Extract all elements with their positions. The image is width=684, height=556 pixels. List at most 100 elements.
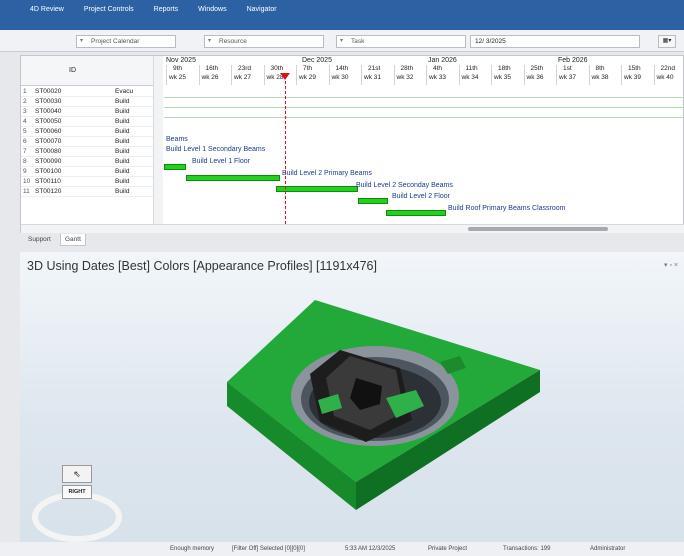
status-project: Private Project [428,546,468,552]
row-name: Build [115,108,130,115]
timeline-day: 21st [368,65,381,72]
navcube-top-face[interactable]: ⇖ [62,465,92,483]
row-number: 7 [23,148,27,155]
row-name: Build [115,168,130,175]
gantt-bar[interactable] [358,198,388,204]
menu-windows[interactable]: Windows [198,6,226,13]
gantt-bar-label: Build Level 1 Floor [192,158,250,165]
row-number: 11 [23,188,30,195]
gantt-bar[interactable] [186,175,280,181]
date-field[interactable]: 12/ 3/2025 [470,35,640,48]
row-id: ST00100 [35,168,62,175]
table-row[interactable]: 1 ST00020 Evacu [21,87,163,97]
timeline-month: Dec 2025 [302,57,332,64]
tab-support[interactable]: Support [24,234,55,246]
timeline-gridline [523,65,525,85]
timeline-week: wk 25 [169,74,186,81]
table-row[interactable]: 9 ST00100 Build [21,167,163,177]
timeline-gridline [296,65,297,85]
tab-gantt[interactable]: Gantt [60,234,86,246]
task-select[interactable]: ▾ Task [336,35,466,48]
timeline-week: wk 40 [656,74,674,81]
timeline-week: wk 33 [429,74,446,81]
table-row[interactable]: 11 ST00120 Build [21,187,163,197]
chevron-down-icon: ▾ [340,38,344,44]
gantt-horizontal-scrollbar[interactable] [21,224,684,233]
status-bar: Enough memory [Filter Off] Selected [0][… [0,542,684,556]
gantt-bar[interactable] [164,164,186,170]
table-row[interactable]: 6 ST00070 Build [21,137,163,147]
table-row[interactable]: 7 ST00080 Build [21,147,163,157]
table-row[interactable]: 4 ST00050 Build [21,117,163,127]
timeline-gridline [458,65,460,85]
timeline-gridline [231,65,232,85]
timeline-week: wk 27 [234,74,251,81]
navcube-right-face[interactable]: RIGHT [62,485,92,499]
row-name: Build [115,98,130,105]
table-row[interactable]: 10 ST00110 Build [21,177,163,187]
navigation-cube[interactable]: ⇖ RIGHT [32,465,122,542]
id-column-header[interactable]: ID [69,67,76,74]
viewport-3d[interactable]: 3D Using Dates [Best] Colors [Appearance… [20,252,684,542]
table-row[interactable]: 2 ST00030 Build [21,97,163,107]
table-row[interactable]: 8 ST00090 Build [21,157,163,167]
row-number: 6 [23,138,27,145]
chevron-down-icon: ▾ [80,38,84,44]
row-id: ST00080 [35,148,62,155]
timeline-month: Feb 2026 [558,57,588,64]
gantt-bar-label: Build Level 2 Primary Beams [282,170,372,177]
grid-header: ID [21,56,162,86]
timeline-day: 11th [465,65,478,72]
row-number: 3 [23,108,27,115]
timeline-week: wk 26 [201,74,219,81]
timeline-day: 22nd [660,65,675,72]
timeline-day: 9th [173,65,183,72]
menu-4d-review[interactable]: 4D Review [30,6,64,13]
timeline-gridline [263,65,265,85]
timeline-week: wk 35 [494,74,511,81]
table-row[interactable]: 5 ST00060 Build [21,127,163,137]
table-row[interactable]: 3 ST00040 Build [21,107,163,117]
task-grid: ID 1 ST00020 Evacu 2 ST00030 Build 3 ST00040 Bui… [21,56,163,234]
row-separator [164,117,684,118]
scrollbar-thumb[interactable] [468,227,608,231]
menu-project-controls[interactable]: Project Controls [84,6,134,13]
row-id: ST00110 [35,178,61,185]
gantt-bar-label: Build Roof Primary Beams Classroom [448,205,566,212]
timeline-gridline [166,65,167,85]
status-timestamp: 5:33 AM 12/3/2025 [345,546,396,552]
gantt-chart: Nov 2025 Dec 2025 Jan 2026 Feb 2026 9th wk 25… [164,56,684,234]
menu-navigator[interactable]: Navigator [247,6,277,13]
timeline-day: 14th [335,65,349,72]
resource-select[interactable]: ▾ Resource [204,35,324,48]
status-transactions: Transactions: 199 [503,546,551,552]
calendar-select[interactable]: ▾ Project Calendar [76,35,176,48]
gantt-bar[interactable] [276,186,358,192]
timeline-gridline [426,65,427,85]
today-marker[interactable] [280,73,290,80]
timeline-day: 18th [498,65,511,72]
timeline-week: wk 31 [364,74,381,81]
timeline-day: 25th [530,65,544,72]
status-memory: Enough memory [170,546,215,552]
calendar-select-value: Project Calendar [91,38,140,45]
status-filter-selection: [Filter Off] Selected [0][0][0] [232,546,305,552]
row-number: 2 [23,98,27,105]
row-name: Build [115,158,130,165]
row-name: Build [115,178,130,185]
timeline-day: 30th [270,65,284,72]
timeline-week: wk 34 [461,74,479,81]
row-name: Build [115,188,130,195]
gantt-bar[interactable] [386,210,446,216]
timeline-gridline [491,65,492,85]
timeline-month: Nov 2025 [166,57,196,64]
timeline-week: wk 38 [591,74,609,81]
row-name: Evacu [115,88,134,95]
menu-reports[interactable]: Reports [154,6,179,13]
timeline-week: wk 32 [396,74,414,81]
row-number: 9 [23,168,27,175]
timeline-day: 23rd [238,65,252,72]
calendar-icon[interactable]: ▦▾ [658,35,676,48]
grid-scrollbar[interactable] [153,56,163,234]
gantt-bar-label: Beams [166,136,188,143]
